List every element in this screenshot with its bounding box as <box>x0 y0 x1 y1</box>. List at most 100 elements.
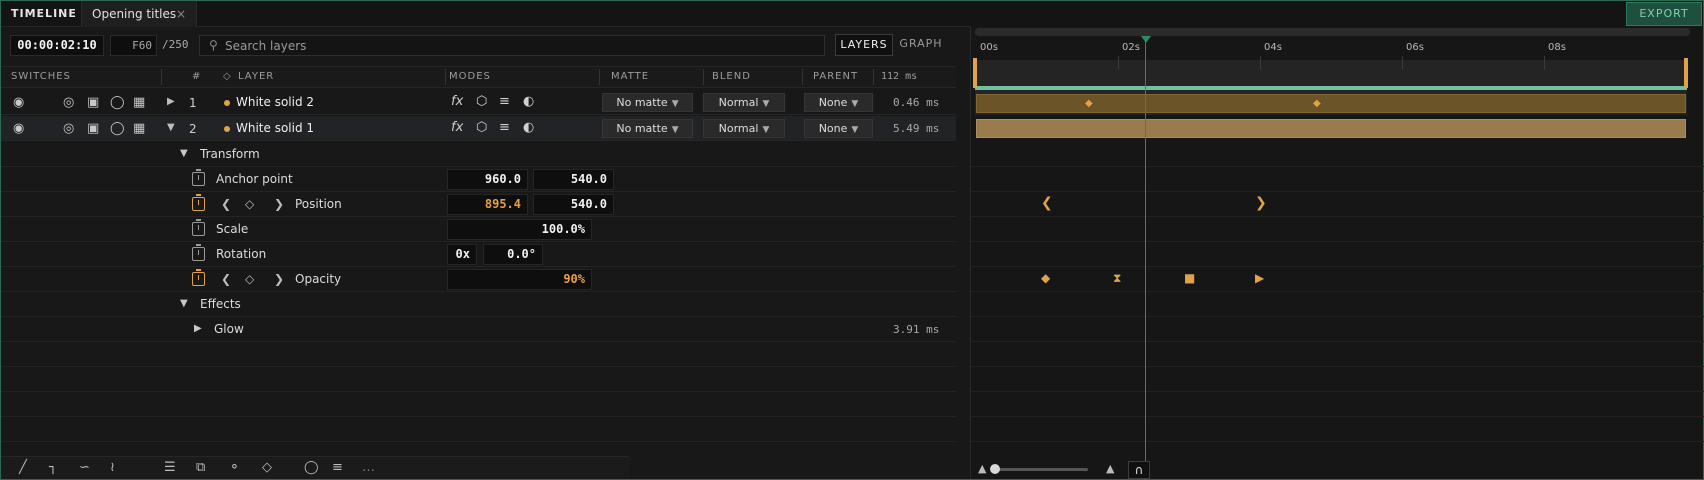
layer-name[interactable]: White solid 2 <box>236 95 314 109</box>
playhead[interactable] <box>1145 40 1146 480</box>
glow-row[interactable]: ▶ Glow 3.91 ms <box>1 317 956 342</box>
chevron-down-icon: ▼ <box>851 125 859 135</box>
layer-row-1[interactable]: ◉ ◎ ▣ ◯ ▦ ▶ 1 White solid 2 fx ⬡ ≡ ◐ No … <box>1 90 956 115</box>
parent-dropdown[interactable]: None ▼ <box>804 119 873 138</box>
timeline-scrollbar[interactable] <box>975 28 1690 36</box>
blend-dropdown[interactable]: Normal ▼ <box>703 119 785 138</box>
ease-in-icon[interactable]: ∽ <box>79 460 90 475</box>
frame-field[interactable]: F60 <box>110 35 157 56</box>
next-keyframe-icon[interactable]: ❯ <box>274 197 284 211</box>
collapse-icon[interactable]: ▦ <box>133 121 145 136</box>
hold-ease-icon[interactable]: ┐ <box>49 460 57 475</box>
rotation-degrees-field[interactable]: 0.0° <box>483 244 543 265</box>
solo-icon[interactable]: ◎ <box>63 121 74 136</box>
add-keyframe-icon[interactable]: ◇ <box>245 197 254 211</box>
layer-clip-1[interactable] <box>976 94 1686 113</box>
solo-icon[interactable]: ◎ <box>63 95 74 110</box>
layer-clip-2[interactable] <box>976 119 1686 138</box>
anchor-y-field[interactable]: 540.0 <box>533 169 614 190</box>
keyframe-diamond-icon[interactable]: ◆ <box>1085 98 1093 110</box>
stopwatch-icon[interactable] <box>192 244 205 261</box>
eye-icon[interactable]: ◉ <box>13 95 24 110</box>
link-icon[interactable]: ⚬ <box>229 460 240 475</box>
stopwatch-icon[interactable] <box>192 269 205 286</box>
fx-icon[interactable]: fx <box>451 94 463 109</box>
tab-opening-titles[interactable]: Opening titles × <box>81 1 197 27</box>
shy-icon[interactable]: ◯ <box>110 121 125 136</box>
shy-icon[interactable]: ◯ <box>110 95 125 110</box>
work-area-start-handle[interactable] <box>973 58 977 88</box>
keyframe-diamond-icon[interactable]: ◆ <box>1313 98 1321 110</box>
collapse-triangle-icon[interactable]: ▼ <box>180 298 188 309</box>
view-graph-button[interactable]: GRAPH <box>899 34 943 56</box>
3d-cube-icon[interactable]: ⬡ <box>476 94 487 109</box>
motion-blur-icon[interactable]: ≡ <box>499 94 510 109</box>
add-keyframe-icon[interactable]: ◇ <box>245 272 254 286</box>
collapse-triangle-icon[interactable]: ▼ <box>167 122 175 133</box>
parent-dropdown[interactable]: None ▼ <box>804 93 873 112</box>
adjustment-icon[interactable]: ◐ <box>523 120 534 135</box>
keyframe-icon[interactable]: ◇ <box>262 460 272 475</box>
stopwatch-icon[interactable] <box>192 194 205 211</box>
lock-icon[interactable]: ▣ <box>87 95 99 110</box>
tab-timeline[interactable]: TIMELINE <box>11 7 77 20</box>
header-blend: BLEND <box>712 71 751 82</box>
column-header: SWITCHES # ◇ LAYER MODES MATTE BLEND PAR… <box>1 66 956 88</box>
work-area-end-handle[interactable] <box>1684 58 1688 88</box>
position-row: ❮ ◇ ❯ Position 895.4 540.0 <box>1 192 956 217</box>
group-icon[interactable]: ⧉ <box>196 460 205 475</box>
rotation-turns-field[interactable]: 0x <box>447 244 477 265</box>
expand-triangle-icon[interactable]: ▶ <box>167 96 175 107</box>
scale-field[interactable]: 100.0% <box>447 219 592 240</box>
prev-keyframe-icon[interactable]: ❮ <box>221 197 231 211</box>
layer-row-2[interactable]: ◉ ◎ ▣ ◯ ▦ ▼ 2 White solid 1 fx ⬡ ≡ ◐ No … <box>1 116 956 141</box>
view-layers-button[interactable]: LAYERS <box>835 34 893 56</box>
next-keyframe-icon[interactable]: ❯ <box>274 272 284 286</box>
zoom-out-icon[interactable]: ▲ <box>978 462 986 475</box>
timecode-field[interactable]: 00:00:02:10 <box>10 35 104 56</box>
effects-group-row[interactable]: ▼ Effects <box>1 292 956 317</box>
zoom-in-icon[interactable]: ▲ <box>1106 462 1114 475</box>
close-icon[interactable]: × <box>176 7 186 21</box>
search-input[interactable] <box>225 38 815 53</box>
opacity-field[interactable]: 90% <box>447 269 592 290</box>
motion-blur-icon[interactable]: ≡ <box>499 120 510 135</box>
motion-icon[interactable]: ≡ <box>332 460 343 475</box>
adjustment-icon[interactable]: ◐ <box>523 94 534 109</box>
position-y-field[interactable]: 540.0 <box>533 194 614 215</box>
parent-value: None <box>818 122 848 135</box>
expand-triangle-icon[interactable]: ▶ <box>194 323 202 334</box>
work-area-bar[interactable] <box>975 86 1687 90</box>
zoom-slider-track[interactable] <box>992 468 1088 471</box>
snap-magnet-icon[interactable]: ∩ <box>1128 461 1150 479</box>
search-box[interactable]: ⚲ <box>199 35 825 56</box>
ease-out-icon[interactable]: ≀ <box>110 460 115 475</box>
3d-cube-icon[interactable]: ⬡ <box>476 120 487 135</box>
blend-dropdown[interactable]: Normal ▼ <box>703 93 785 112</box>
transform-group-row[interactable]: ▼ Transform <box>1 142 956 167</box>
eye-icon[interactable]: ◉ <box>13 121 24 136</box>
prev-keyframe-icon[interactable]: ❮ <box>221 272 231 286</box>
collapse-triangle-icon[interactable]: ▼ <box>180 148 188 159</box>
anchor-x-field[interactable]: 960.0 <box>447 169 528 190</box>
stopwatch-icon[interactable] <box>192 169 205 186</box>
linear-ease-icon[interactable]: ╱ <box>19 460 27 475</box>
stopwatch-icon[interactable] <box>192 219 205 236</box>
matte-dropdown[interactable]: No matte ▼ <box>602 119 693 138</box>
loop-icon[interactable]: ◯ <box>304 460 319 475</box>
ruler-label: 02s <box>1122 42 1140 53</box>
playhead-handle[interactable] <box>1141 36 1151 43</box>
matte-dropdown[interactable]: No matte ▼ <box>602 93 693 112</box>
zoom-slider-knob[interactable] <box>990 464 1000 474</box>
lock-icon[interactable]: ▣ <box>87 121 99 136</box>
layer-name[interactable]: White solid 1 <box>236 121 314 135</box>
position-x-field[interactable]: 895.4 <box>447 194 528 215</box>
fx-icon[interactable]: fx <box>451 120 463 135</box>
empty-row <box>1 417 956 442</box>
more-icon[interactable]: … <box>362 460 375 475</box>
export-button[interactable]: EXPORT <box>1626 2 1702 26</box>
sliders-icon[interactable]: ☰ <box>164 460 176 475</box>
timeline-area[interactable]: 00s 02s 04s 06s 08s ◆ ◆ ❮ ❯ ◆ ⧗ ■ ▶ <box>970 26 1704 479</box>
collapse-icon[interactable]: ▦ <box>133 95 145 110</box>
layer-render-ms: 0.46 ms <box>893 96 940 109</box>
